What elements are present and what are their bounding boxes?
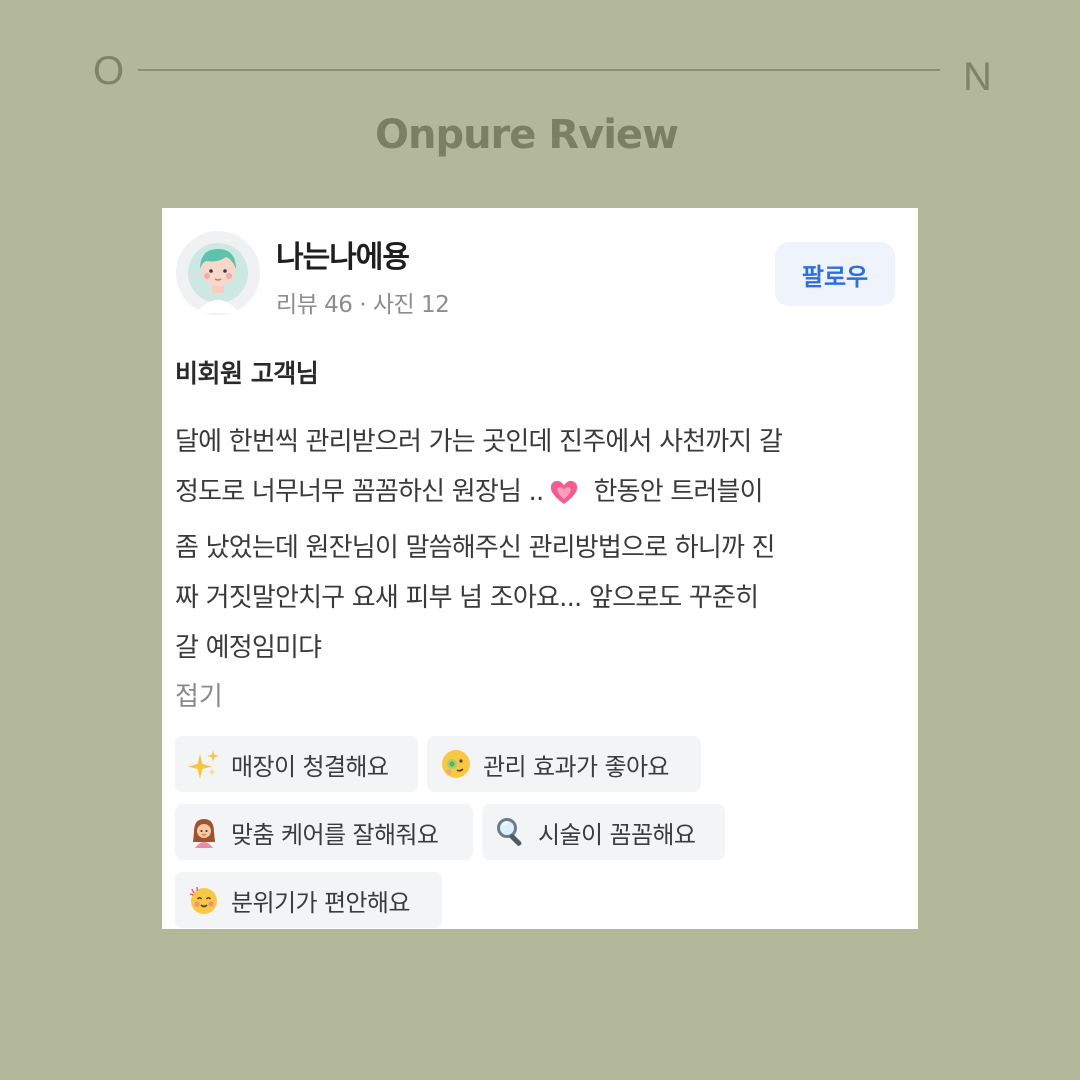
tag-label: 관리 효과가 좋아요 <box>483 752 670 781</box>
smiling-face-icon <box>187 883 221 917</box>
review-card: 나는나에용 리뷰 46 · 사진 12 팔로우 비회원 고객님 달에 한번씩 관… <box>162 208 918 929</box>
follow-button[interactable]: 팔로우 <box>775 242 895 306</box>
tag-chip[interactable]: 맞춤 케어를 잘해줘요 <box>175 804 473 860</box>
review-line: 정도로 너무너무 꼼꼼하신 원장님 .. 한동안 트러블이 <box>175 467 905 523</box>
tag-chip[interactable]: 분위기가 편안해요 <box>175 872 442 928</box>
sparkles-icon <box>187 747 221 781</box>
heart-emoji-icon <box>549 473 579 523</box>
review-line: 좀 났었는데 원잔님이 말씀해주신 관리방법으로 하니까 진 <box>175 533 775 563</box>
user-name[interactable]: 나는나에용 <box>276 232 410 276</box>
decor-divider-line <box>138 69 940 71</box>
avatar[interactable] <box>176 231 260 315</box>
decor-letter-n: N <box>963 55 992 99</box>
tag-label: 맞춤 케어를 잘해줘요 <box>231 820 439 849</box>
magnifier-icon <box>494 815 528 849</box>
tag-chip[interactable]: 매장이 청결해요 <box>175 736 418 792</box>
tag-chip[interactable]: 관리 효과가 좋아요 <box>427 736 701 792</box>
tag-chip[interactable]: 시술이 꼼꼼해요 <box>482 804 725 860</box>
brand-title: Onpure Rview <box>374 112 679 158</box>
review-line: 달에 한번씩 관리받으러 가는 곳인데 진주에서 사천까지 갈 <box>175 427 783 457</box>
reviewer-name: 비회원 고객님 <box>175 359 319 388</box>
review-line-part: 한동안 트러블이 <box>593 477 763 507</box>
collapse-link[interactable]: 접기 <box>175 676 223 713</box>
avatar-illustration <box>176 231 260 315</box>
face-mask-icon <box>439 747 473 781</box>
review-line: 짜 거짓말안치구 요새 피부 넘 조아요... 앞으로도 꾸준히 <box>175 583 759 613</box>
decor-letter-o: O <box>93 49 125 93</box>
tag-label: 분위기가 편안해요 <box>231 888 410 917</box>
tag-label: 시술이 꼼꼼해요 <box>538 820 696 849</box>
user-stats: 리뷰 46 · 사진 12 <box>276 292 450 318</box>
person-icon <box>187 815 221 849</box>
review-body: 달에 한번씩 관리받으러 가는 곳인데 진주에서 사천까지 갈 정도로 너무너무… <box>175 417 905 673</box>
review-line-part: 정도로 너무너무 꼼꼼하신 원장님 .. <box>175 477 544 507</box>
review-line: 갈 예정임미댜 <box>175 633 322 663</box>
tag-label: 매장이 청결해요 <box>231 752 389 781</box>
